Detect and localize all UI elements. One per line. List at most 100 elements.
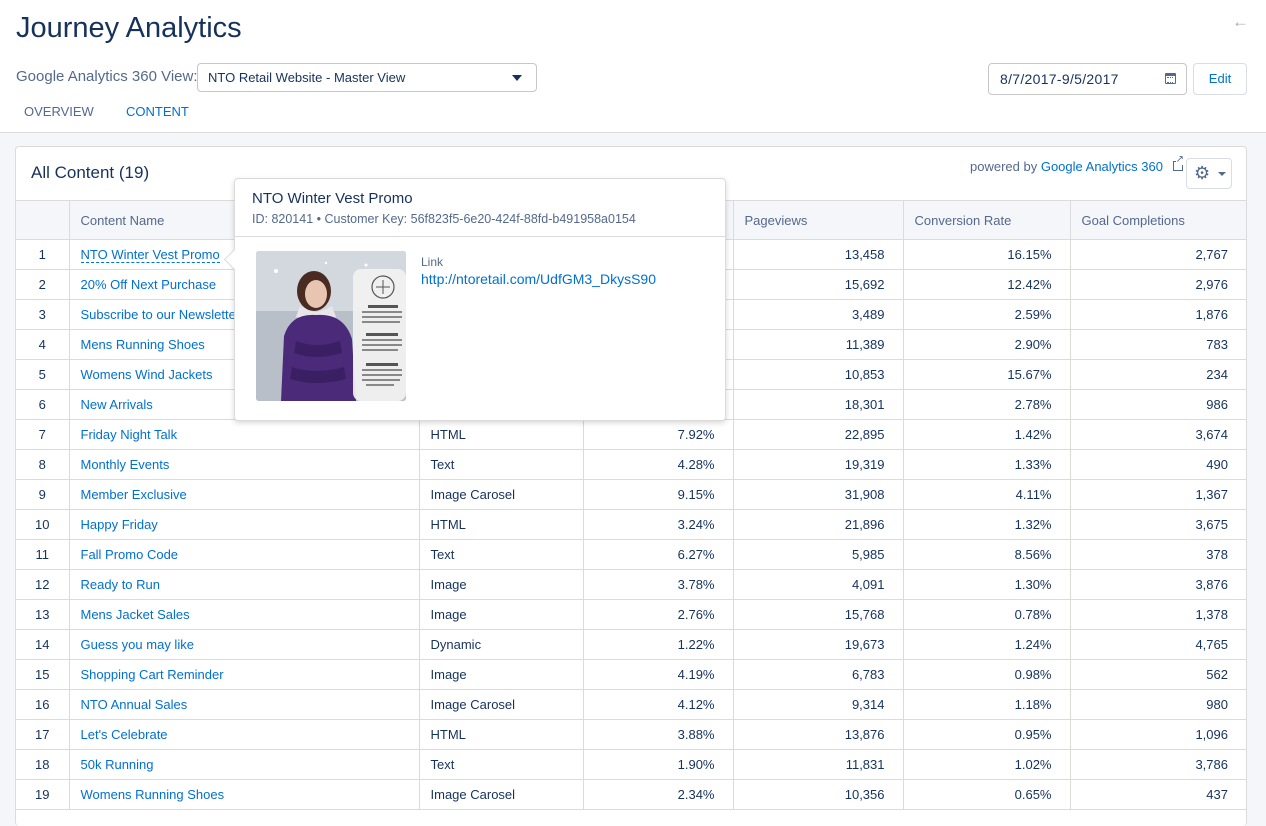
table-row[interactable]: 11 Fall Promo Code Text 6.27% 5,985 8.56% 378 [16,539,1246,570]
conversion-rate-value-text: 1.18% [1014,697,1052,712]
content-type: HTML [418,719,583,750]
popover-link[interactable]: http://ntoretail.com/UdfGM3_DkysS90 [421,271,656,287]
content-name-link-text[interactable]: Happy Friday [81,517,158,532]
content-name-link-text[interactable]: New Arrivals [81,397,153,412]
content-type-text: Dynamic [430,637,482,652]
conversion-rate-value-text: 1.24% [1014,637,1052,652]
pageviews-value-text: 19,319 [844,457,885,472]
content-name-link-text[interactable]: Mens Jacket Sales [81,607,190,622]
rate-value: 3.78% [582,569,733,600]
view-select[interactable]: NTO Retail Website - Master View [197,63,537,92]
table-row[interactable]: 7 Friday Night Talk HTML 7.92% 22,895 1.42% 3,… [16,419,1246,450]
table-row[interactable]: 8 Monthly Events Text 4.28% 19,319 1.33% 490 [16,449,1246,480]
table-row[interactable]: 10 Happy Friday HTML 3.24% 21,896 1.32% 3,675 [16,509,1246,540]
content-name-link[interactable]: Let's Celebrate [68,719,419,750]
goal-completions-value: 1,378 [1069,599,1246,630]
goal-completions-value-text: 986 [1206,397,1228,412]
conversion-rate-value: 1.32% [902,509,1070,540]
content-name-link-text[interactable]: Ready to Run [81,577,161,592]
calendar-icon[interactable] [1165,73,1176,84]
column-header-pageviews[interactable]: Pageviews [732,200,903,240]
content-type-text: Image Carosel [430,787,516,802]
column-header-goal-completions[interactable]: Goal Completions [1069,200,1246,240]
content-name-link-text[interactable]: Monthly Events [81,457,170,472]
content-name-link-text[interactable]: Subscribe to our Newsletter [81,307,241,322]
column-header-conversion-rate[interactable]: Conversion Rate [902,200,1070,240]
content-name-link[interactable]: Fall Promo Code [68,539,419,570]
content-name-link-text[interactable]: Womens Running Shoes [81,787,225,802]
content-name-link[interactable]: Member Exclusive [68,479,419,510]
content-name-link[interactable]: Mens Jacket Sales [68,599,419,630]
content-type-text: Image Carosel [430,697,516,712]
content-name-link[interactable]: Friday Night Talk [68,419,419,450]
content-name-link-text[interactable]: Member Exclusive [81,487,187,502]
pageviews-value-text: 4,091 [851,577,885,592]
table-row[interactable]: 9 Member Exclusive Image Carosel 9.15% 31,90… [16,479,1246,510]
content-name-link[interactable]: Guess you may like [68,629,419,660]
goal-completions-value: 3,674 [1069,419,1246,450]
content-name-link-text[interactable]: Friday Night Talk [81,427,178,442]
content-type: HTML [418,509,583,540]
content-type-text: HTML [430,427,466,442]
pageviews-value: 9,314 [732,689,903,720]
goal-completions-value-text: 3,786 [1195,757,1228,772]
row-number-text: 19 [35,787,50,802]
content-name-link-text[interactable]: Let's Celebrate [81,727,168,742]
conversion-rate-value-text: 1.02% [1014,757,1052,772]
content-name-link[interactable]: Happy Friday [68,509,419,540]
content-name-link-text[interactable]: Shopping Cart Reminder [81,667,224,682]
external-link-icon[interactable] [1172,155,1184,171]
popover-title: NTO Winter Vest Promo [252,190,413,207]
date-range-input[interactable]: 8/7/2017-9/5/2017 [988,63,1187,95]
content-name-link-text[interactable]: Womens Wind Jackets [81,367,213,382]
row-number-text: 10 [35,517,50,532]
content-name-link[interactable]: 50k Running [68,749,419,780]
content-name-link-text[interactable]: 50k Running [81,757,154,772]
row-number-text: 18 [35,757,50,772]
settings-button[interactable]: ⚙ [1186,158,1232,189]
content-name-link-text[interactable]: NTO Annual Sales [81,697,188,712]
content-type: Text [418,539,583,570]
content-popover: NTO Winter Vest Promo ID: 820141 • Custo… [234,178,726,421]
content-name-link[interactable]: Monthly Events [68,449,419,480]
tab-overview[interactable]: OVERVIEW [24,104,94,129]
goal-completions-value: 986 [1069,389,1246,420]
content-type-text: Image [430,667,467,682]
content-name-link[interactable]: Shopping Cart Reminder [68,659,419,690]
table-row[interactable]: 13 Mens Jacket Sales Image 2.76% 15,768 0.78%… [16,599,1246,630]
rate-value-text: 4.19% [677,667,715,682]
pageviews-value: 21,896 [732,509,903,540]
rate-value-text: 3.88% [677,727,715,742]
table-row[interactable]: 12 Ready to Run Image 3.78% 4,091 1.30% 3,876 [16,569,1246,600]
tab-content[interactable]: CONTENT [119,104,196,138]
content-type-text: Text [430,757,455,772]
table-row[interactable]: 15 Shopping Cart Reminder Image 4.19% 6,783 0… [16,659,1246,690]
rate-value: 4.19% [582,659,733,690]
powered-by: powered by Google Analytics 360 [970,155,1184,174]
rate-value-text: 3.24% [677,517,715,532]
row-number-text: 9 [38,487,46,502]
conversion-rate-value-text: 1.32% [1014,517,1052,532]
content-name-link-text[interactable]: Mens Running Shoes [81,337,205,352]
table-row[interactable]: 14 Guess you may like Dynamic 1.22% 19,673 1.… [16,629,1246,660]
table-row[interactable]: 17 Let's Celebrate HTML 3.88% 13,876 0.95% 1,0… [16,719,1246,750]
content-name-link[interactable]: Ready to Run [68,569,419,600]
edit-button[interactable]: Edit [1193,63,1247,95]
table-row[interactable]: 19 Womens Running Shoes Image Carosel 2.34%… [16,779,1246,810]
goal-completions-value: 980 [1069,689,1246,720]
content-type: Image Carosel [418,779,583,810]
pageviews-value: 13,876 [732,719,903,750]
content-name-link-text[interactable]: NTO Winter Vest Promo [80,247,220,263]
back-arrow-icon[interactable]: ← [1232,12,1250,32]
table-row[interactable]: 16 NTO Annual Sales Image Carosel 4.12% 9,31… [16,689,1246,720]
row-number: 18 [16,749,69,780]
google-analytics-link[interactable]: Google Analytics 360 [1041,159,1163,174]
table-row[interactable]: 18 50k Running Text 1.90% 11,831 1.02% 3,786 [16,749,1246,780]
content-name-link-text[interactable]: Guess you may like [81,637,194,652]
content-name-link[interactable]: Womens Running Shoes [68,779,419,810]
date-range-value: 8/7/2017-9/5/2017 [1000,71,1119,87]
content-name-link-text[interactable]: Fall Promo Code [81,547,179,562]
content-name-link-text[interactable]: 20% Off Next Purchase [81,277,217,292]
content-name-link[interactable]: NTO Annual Sales [68,689,419,720]
goal-completions-value: 437 [1069,779,1246,810]
